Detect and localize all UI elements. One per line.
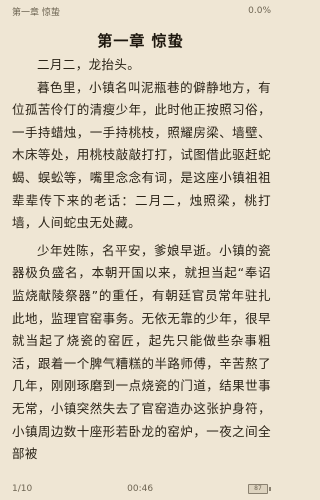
running-chapter-title: 第一章 惊蛰: [12, 7, 60, 18]
battery-level: 87: [248, 484, 268, 494]
battery-tip: [269, 487, 271, 491]
paragraph: 二月二，龙抬头。: [37, 57, 141, 72]
clock: 00:46: [127, 484, 154, 494]
chapter-text[interactable]: 二月二，龙抬头。 暮色里，小镇名叫泥瓶巷的僻静地方，有位孤苦伶仃的清瘦少年，此时…: [12, 54, 271, 466]
paragraph: 暮色里，小镇名叫泥瓶巷的僻静地方，有位孤苦伶仃的清瘦少年，此时他正按照习俗，一手…: [12, 79, 271, 231]
reading-progress: 0.0%: [248, 6, 271, 16]
paragraph: 少年姓陈，名平安，爹娘早逝。小镇的瓷器极负盛名，本朝开国以来，就担当起“奉诏监烧…: [12, 242, 271, 462]
battery-icon: 87: [248, 484, 271, 494]
status-footer: 1/10 00:46 87: [0, 478, 281, 500]
chapter-title: 第一章 惊蛰: [97, 32, 184, 50]
status-header: 第一章 惊蛰 0.0%: [0, 0, 281, 22]
page-number: 1/10: [12, 484, 33, 494]
